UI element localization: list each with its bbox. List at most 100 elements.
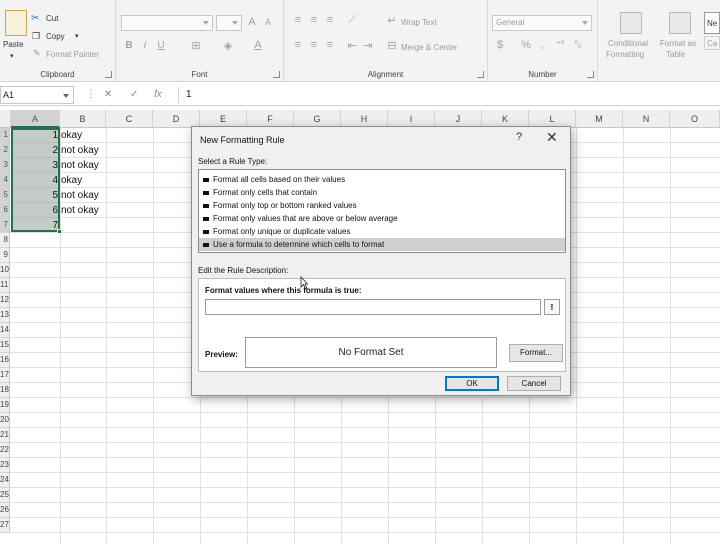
increase-decimal-icon[interactable]: ⁺⁰ — [552, 39, 568, 50]
rule-type-item[interactable]: Format only top or bottom ranked values — [199, 199, 565, 212]
row-header[interactable]: 24 — [0, 473, 10, 488]
cancel-button[interactable]: Cancel — [507, 376, 561, 391]
row-header[interactable]: 21 — [0, 428, 10, 443]
name-box-dropdown-icon[interactable] — [63, 94, 69, 98]
copy-button[interactable]: Copy — [46, 32, 65, 41]
fill-color-icon[interactable]: ◈ — [220, 39, 236, 52]
row-header[interactable]: 13 — [0, 308, 10, 323]
formula-input[interactable]: 1 — [186, 89, 192, 100]
wrap-text-icon[interactable]: ↵ — [384, 14, 400, 27]
row-header[interactable]: 25 — [0, 488, 10, 503]
formula-field[interactable] — [205, 299, 541, 315]
align-center-icon[interactable]: ≡ — [306, 39, 322, 51]
rule-type-item[interactable]: Format only unique or duplicate values — [199, 225, 565, 238]
align-top-icon[interactable]: ≡ — [290, 14, 306, 26]
rule-type-item[interactable]: Format only cells that contain — [199, 186, 565, 199]
row-header[interactable]: 20 — [0, 413, 10, 428]
row-header[interactable]: 18 — [0, 383, 10, 398]
paste-dropdown-icon[interactable]: ▾ — [10, 52, 14, 60]
format-button[interactable]: Format... — [509, 344, 563, 362]
rule-type-item[interactable]: Format all cells based on their values — [199, 173, 565, 186]
underline-button[interactable]: U — [153, 40, 169, 51]
cell-b[interactable]: okay — [61, 128, 82, 143]
row-header[interactable]: 15 — [0, 338, 10, 353]
clipboard-launcher-icon[interactable] — [105, 71, 112, 78]
cell-b[interactable]: not okay — [61, 158, 99, 173]
row-header[interactable]: 10 — [0, 263, 10, 278]
copy-icon[interactable]: ❐ — [32, 31, 40, 42]
row-header[interactable]: 11 — [0, 278, 10, 293]
font-name-combo[interactable] — [121, 15, 213, 31]
ok-button[interactable]: OK — [445, 376, 499, 391]
row-header[interactable]: 1 — [0, 128, 10, 143]
row-header[interactable]: 27 — [0, 518, 10, 533]
increase-font-icon[interactable]: A — [244, 16, 260, 28]
number-format-combo[interactable]: General — [492, 15, 592, 31]
currency-button[interactable]: $ — [492, 39, 508, 51]
format-as-table-icon[interactable] — [669, 12, 691, 34]
row-header[interactable]: 4 — [0, 173, 10, 188]
name-box[interactable]: A1 — [0, 86, 74, 104]
row-header[interactable]: 2 — [0, 143, 10, 158]
cell-style-calc[interactable]: Ca — [704, 36, 720, 50]
scissors-icon[interactable]: ✂ — [31, 13, 39, 24]
row-header[interactable]: 14 — [0, 323, 10, 338]
row-header[interactable]: 8 — [0, 233, 10, 248]
wrap-text-button[interactable]: Wrap Text — [401, 18, 437, 27]
bold-button[interactable]: B — [121, 40, 137, 51]
conditional-formatting-label-2[interactable]: Formatting — [606, 50, 644, 59]
italic-button[interactable]: I — [137, 40, 153, 51]
align-bottom-icon[interactable]: ≡ — [322, 14, 338, 26]
percent-button[interactable]: % — [518, 39, 534, 51]
align-right-icon[interactable]: ≡ — [322, 39, 338, 51]
format-as-table-label-1[interactable]: Format as — [660, 39, 696, 48]
paste-button[interactable]: Paste — [3, 40, 23, 49]
row-header[interactable]: 7 — [0, 218, 10, 233]
font-size-combo[interactable] — [216, 15, 242, 31]
merge-center-button[interactable]: Merge & Center — [401, 43, 457, 52]
row-header[interactable]: 5 — [0, 188, 10, 203]
cell-a[interactable]: 1 — [12, 128, 58, 143]
cell-style-normal[interactable]: Ne — [704, 12, 720, 34]
paste-icon[interactable] — [5, 10, 27, 36]
row-header[interactable]: 16 — [0, 353, 10, 368]
row-header[interactable]: 19 — [0, 398, 10, 413]
cell-a[interactable]: 7 — [12, 218, 58, 233]
row-header[interactable]: 12 — [0, 293, 10, 308]
cell-a[interactable]: 3 — [12, 158, 58, 173]
column-header-c[interactable]: C — [106, 110, 153, 128]
column-header-n[interactable]: N — [623, 110, 670, 128]
copy-dropdown-icon[interactable]: ▾ — [75, 32, 79, 40]
help-icon[interactable]: ? — [516, 131, 522, 143]
cell-a[interactable]: 4 — [12, 173, 58, 188]
cell-a[interactable]: 6 — [12, 203, 58, 218]
cell-b[interactable]: not okay — [61, 203, 99, 218]
column-header-b[interactable]: B — [60, 110, 106, 128]
font-color-icon[interactable]: A — [250, 39, 266, 51]
decrease-font-icon[interactable]: A — [260, 17, 276, 27]
column-header-o[interactable]: O — [670, 110, 720, 128]
select-all-corner[interactable] — [0, 110, 11, 128]
row-header[interactable]: 26 — [0, 503, 10, 518]
row-header[interactable]: 22 — [0, 443, 10, 458]
decrease-decimal-icon[interactable]: ⁰₀ — [570, 39, 586, 50]
column-header-m[interactable]: M — [576, 110, 623, 128]
merge-center-icon[interactable]: ⊟ — [384, 39, 400, 52]
rule-type-list[interactable]: Format all cells based on their values Fo… — [198, 169, 566, 253]
cell-a[interactable]: 5 — [12, 188, 58, 203]
orientation-icon[interactable]: ⟋ — [344, 14, 360, 27]
row-header[interactable]: 3 — [0, 158, 10, 173]
cut-button[interactable]: Cut — [46, 14, 58, 23]
comma-button[interactable]: , — [534, 39, 550, 51]
format-as-table-label-2[interactable]: Table — [666, 50, 685, 59]
row-header[interactable]: 17 — [0, 368, 10, 383]
conditional-formatting-icon[interactable] — [620, 12, 642, 34]
row-header[interactable]: 6 — [0, 203, 10, 218]
decrease-indent-icon[interactable]: ⇤ — [344, 39, 360, 52]
alignment-launcher-icon[interactable] — [477, 71, 484, 78]
enter-entry-icon[interactable]: ✓ — [130, 89, 138, 100]
align-left-icon[interactable]: ≡ — [290, 39, 306, 51]
cancel-entry-icon[interactable]: ✕ — [104, 89, 112, 100]
number-launcher-icon[interactable] — [587, 71, 594, 78]
increase-indent-icon[interactable]: ⇥ — [360, 39, 376, 52]
